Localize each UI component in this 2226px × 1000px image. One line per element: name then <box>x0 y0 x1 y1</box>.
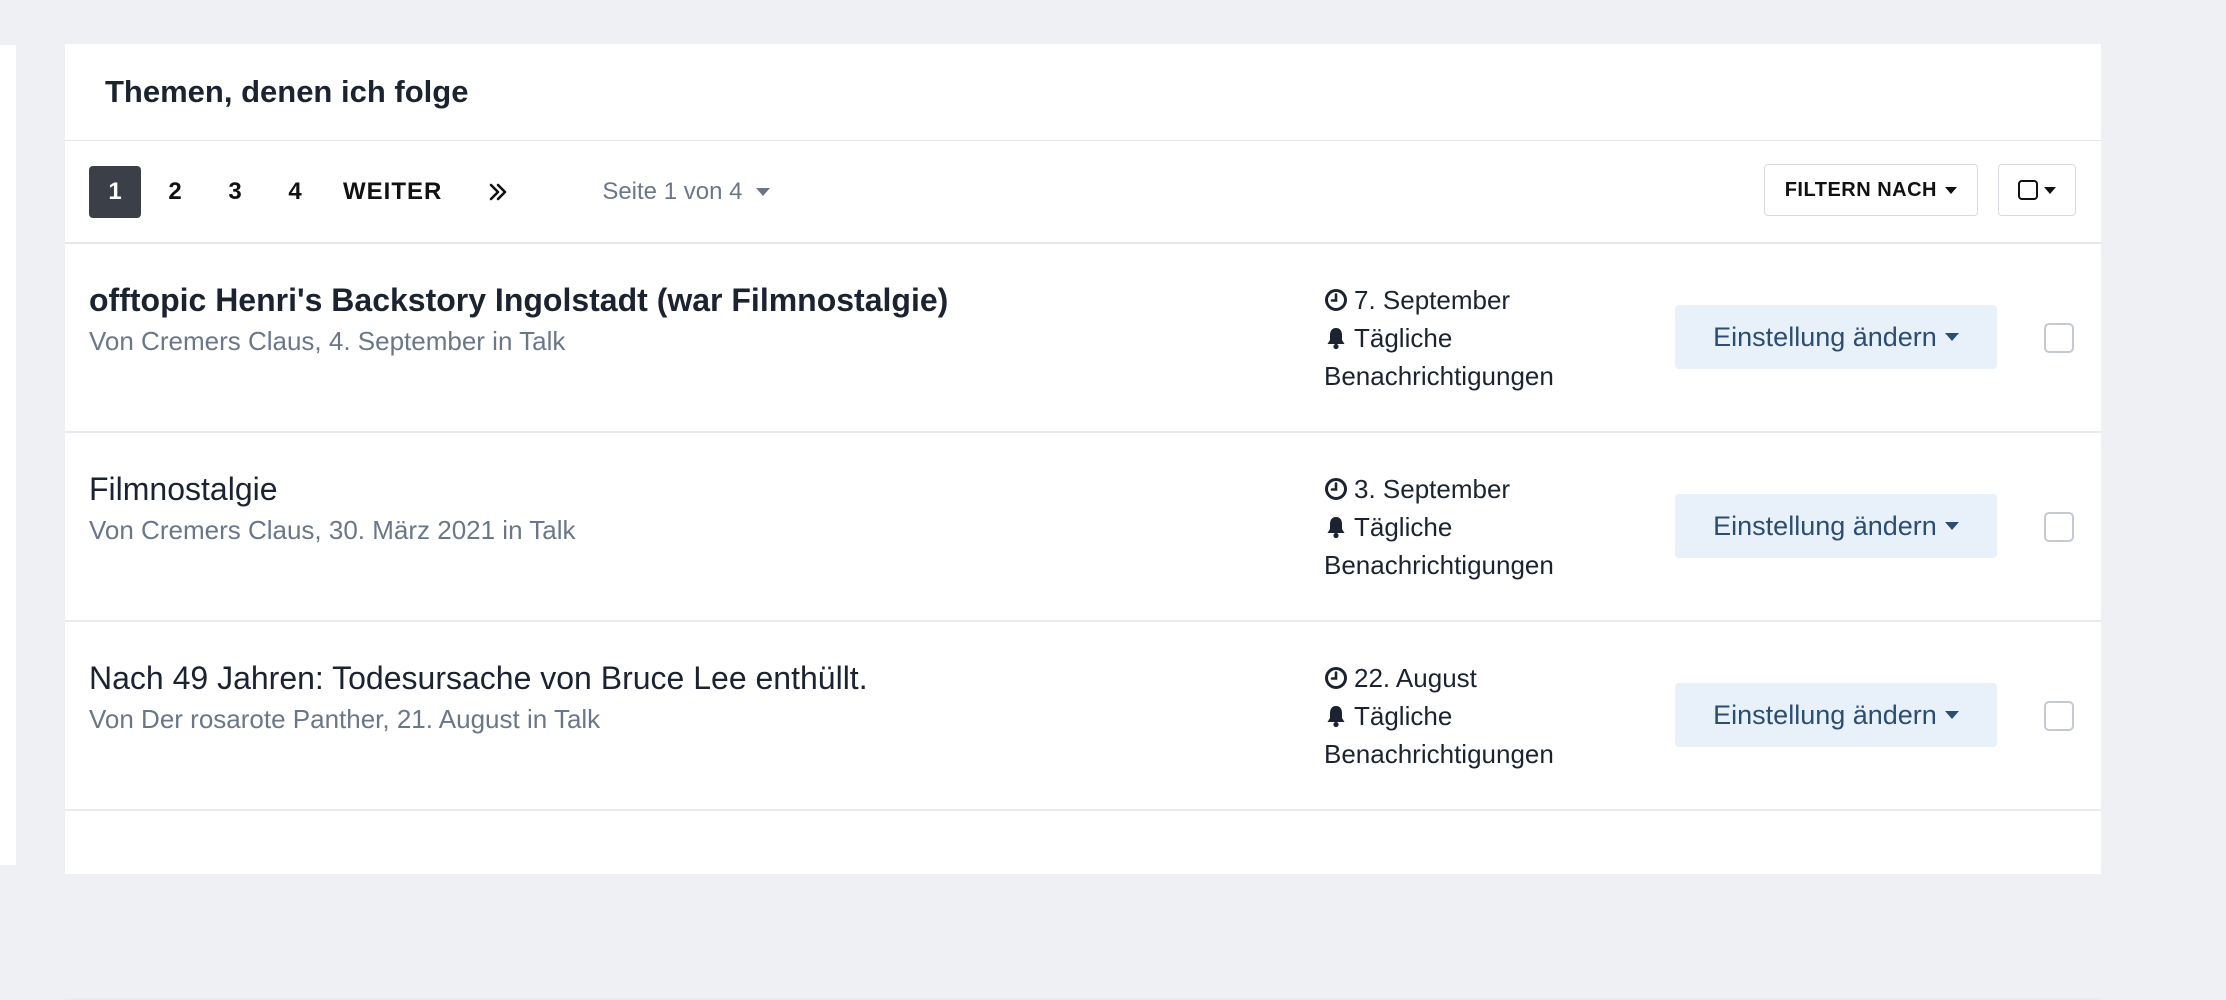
caret-down-icon <box>756 187 771 196</box>
clock-icon <box>1325 289 1347 311</box>
left-sidebar-edge <box>0 45 16 865</box>
row-select-checkbox[interactable] <box>2044 323 2074 353</box>
notification-setting-line2: Benachrichtigungen <box>1324 739 1554 769</box>
last-page-button[interactable] <box>472 166 524 218</box>
page-title: Themen, denen ich folge <box>105 74 469 109</box>
change-setting-button[interactable]: Einstellung ändern <box>1675 683 1997 747</box>
caret-down-icon <box>1945 186 1957 194</box>
topic-stats: 7. September Tägliche Benachrichtigungen <box>1324 281 1554 395</box>
topic-row: Filmnostalgie Von Cremers Claus, 30. Mär… <box>65 433 2101 622</box>
change-setting-label: Einstellung ändern <box>1713 699 1937 730</box>
topic-row: Nach 49 Jahren: Todesursache von Bruce L… <box>65 622 2101 811</box>
pagination-toolbar: 1 2 3 4 WEITER Seite 1 von 4 FILTERN NAC… <box>65 141 2101 244</box>
filter-button[interactable]: FILTERN NACH <box>1763 164 1978 216</box>
topic-row: offtopic Henri's Backstory Ingolstadt (w… <box>65 244 2101 433</box>
last-activity-date: 3. September <box>1354 474 1511 504</box>
change-setting-label: Einstellung ändern <box>1713 510 1937 541</box>
page-4-button[interactable]: 4 <box>269 166 321 218</box>
followed-topics-panel: Themen, denen ich folge 1 2 3 4 WEITER S… <box>65 44 2101 1000</box>
topic-stats: 22. August Tägliche Benachrichtigungen <box>1324 659 1554 773</box>
notification-setting: Tägliche <box>1354 512 1453 542</box>
page-jump-dropdown[interactable]: Seite 1 von 4 <box>602 177 771 206</box>
notification-setting-line2: Benachrichtigungen <box>1324 550 1554 580</box>
change-setting-button[interactable]: Einstellung ändern <box>1675 305 1997 369</box>
pagination: 1 2 3 4 WEITER <box>89 165 532 218</box>
panel-header: Themen, denen ich folge <box>65 44 2101 141</box>
clock-icon <box>1325 478 1347 500</box>
last-activity-date: 22. August <box>1354 663 1477 693</box>
page-3-button[interactable]: 3 <box>209 166 261 218</box>
change-setting-button[interactable]: Einstellung ändern <box>1675 494 1997 558</box>
topic-row <box>65 811 2101 1000</box>
caret-down-icon <box>1944 522 1959 530</box>
caret-down-icon <box>1944 333 1959 341</box>
notification-setting: Tägliche <box>1354 701 1453 731</box>
topic-title-link[interactable]: Filmnostalgie <box>89 471 278 508</box>
topic-meta: Von Der rosarote Panther, 21. August in … <box>89 704 601 734</box>
topic-meta: Von Cremers Claus, 4. September in Talk <box>89 326 566 356</box>
notification-setting-line2: Benachrichtigungen <box>1324 361 1554 391</box>
bell-icon <box>1327 517 1345 539</box>
page-info-label: Seite 1 von 4 <box>602 177 743 205</box>
topic-meta: Von Cremers Claus, 30. März 2021 in Talk <box>89 515 576 545</box>
topic-stats: 3. September Tägliche Benachrichtigungen <box>1324 470 1554 584</box>
toolbar-actions: FILTERN NACH <box>1763 164 2076 216</box>
caret-down-icon <box>2044 186 2056 194</box>
page-1-button[interactable]: 1 <box>89 165 141 218</box>
select-all-dropdown[interactable] <box>1998 164 2076 216</box>
topic-title-link[interactable]: Nach 49 Jahren: Todesursache von Bruce L… <box>89 660 868 697</box>
notification-setting: Tägliche <box>1354 323 1453 353</box>
topic-title-link[interactable]: offtopic Henri's Backstory Ingolstadt (w… <box>89 282 948 319</box>
page-2-button[interactable]: 2 <box>149 166 201 218</box>
bell-icon <box>1327 328 1345 350</box>
row-select-checkbox[interactable] <box>2044 512 2074 542</box>
caret-down-icon <box>1944 711 1959 719</box>
next-page-button[interactable]: WEITER <box>333 166 452 218</box>
clock-icon <box>1325 667 1347 689</box>
chevron-double-right-icon <box>490 183 507 200</box>
last-activity-date: 7. September <box>1354 285 1511 315</box>
bell-icon <box>1327 706 1345 728</box>
change-setting-label: Einstellung ändern <box>1713 321 1937 352</box>
checkbox-icon <box>2018 180 2038 200</box>
row-select-checkbox[interactable] <box>2044 701 2074 731</box>
filter-button-label: FILTERN NACH <box>1784 178 1937 201</box>
